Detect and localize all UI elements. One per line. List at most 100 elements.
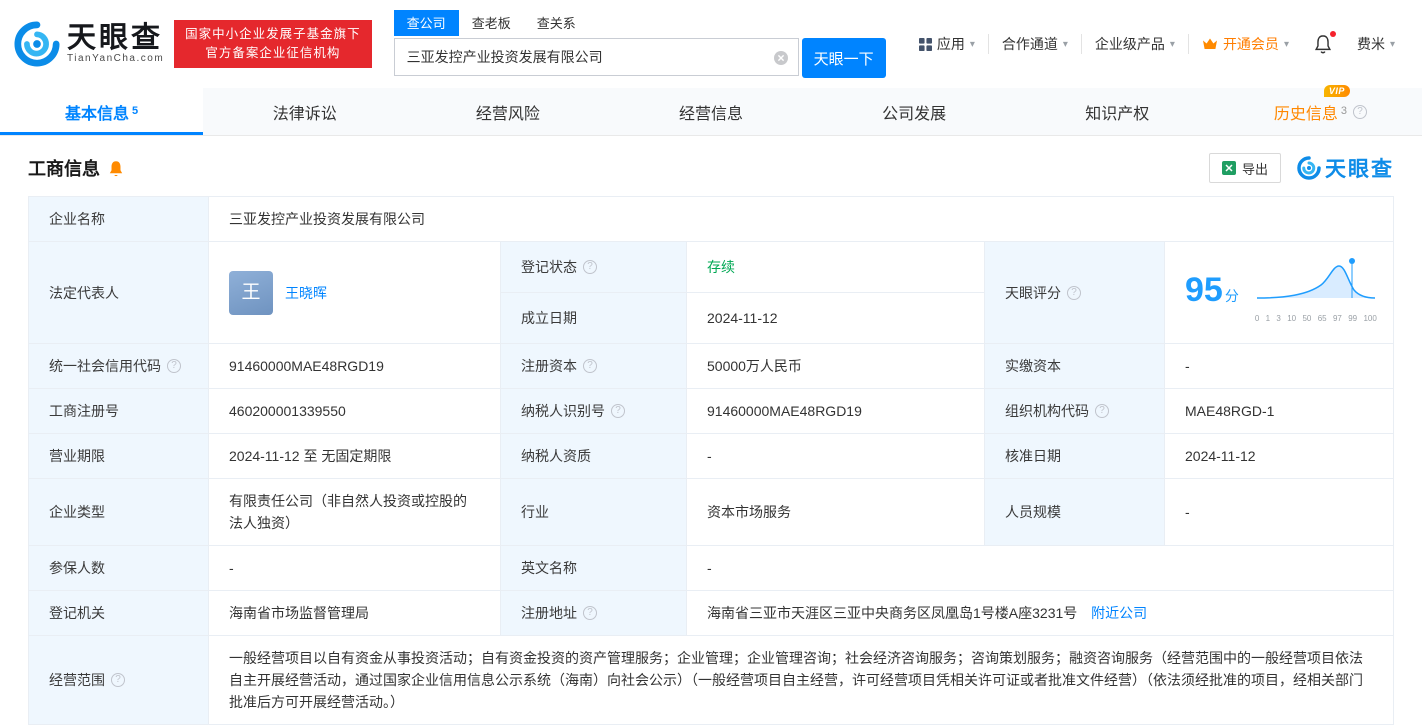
table-row: 企业类型 有限责任公司（非自然人投资或控股的法人独资） 行业 资本市场服务 人员… [29,479,1394,546]
table-row: 工商注册号 460200001339550 纳税人识别号? 91460000MA… [29,389,1394,434]
tab-ip-label: 知识产权 [1085,100,1149,124]
score-label: 天眼评分? [985,242,1165,344]
table-row: 营业期限 2024-11-12 至 无固定期限 纳税人资质 - 核准日期 202… [29,434,1394,479]
help-icon[interactable]: ? [111,673,125,687]
nav-cooperation[interactable]: 合作通道 ▾ [988,34,1081,54]
reg-authority-label: 登记机关 [29,591,209,636]
help-icon[interactable]: ? [167,359,181,373]
tab-legal-label: 法律诉讼 [273,100,337,124]
company-section-tabs: 基本信息 5 法律诉讼 经营风险 经营信息 公司发展 知识产权 历史信息 VIP… [0,88,1422,136]
reg-no-value: 460200001339550 [209,389,501,434]
search-area: 查公司 查老板 查关系 天眼一下 [394,10,886,78]
table-row: 经营范围? 一般经营项目以自有资金从事投资活动；自有资金投资的资产管理服务；企业… [29,636,1394,725]
tab-basic-info[interactable]: 基本信息 5 [0,88,203,135]
chevron-down-icon: ▾ [1390,39,1395,50]
approval-date-label: 核准日期 [985,434,1165,479]
business-scope-value: 一般经营项目以自有资金从事投资活动；自有资金投资的资产管理服务；企业管理；企业管… [209,636,1394,725]
nav-open-vip[interactable]: 开通会员 ▾ [1188,34,1302,54]
nav-apps-label: 应用 [937,34,965,54]
help-icon[interactable]: ? [583,260,597,274]
badge-line1: 国家中小企业发展子基金旗下 [185,25,361,44]
help-icon[interactable]: ? [1067,286,1081,300]
search-input[interactable] [395,49,798,65]
top-header: 天眼查 TianYanCha.com 国家中小企业发展子基金旗下 官方备案企业征… [0,0,1422,88]
help-icon[interactable]: ? [1353,105,1367,119]
search-tab-boss[interactable]: 查老板 [459,10,524,36]
english-name-value: - [687,546,1394,591]
tab-legal-proceedings[interactable]: 法律诉讼 [203,88,406,135]
search-tab-company[interactable]: 查公司 [394,10,459,36]
table-row: 统一社会信用代码? 91460000MAE48RGD19 注册资本? 50000… [29,344,1394,389]
nav-user[interactable]: 费米 ▾ [1344,34,1408,54]
nearby-companies-link[interactable]: 附近公司 [1091,605,1147,621]
insured-count-label: 参保人数 [29,546,209,591]
bell-icon [1314,34,1332,54]
org-code-label: 组织机构代码? [985,389,1165,434]
reg-capital-label: 注册资本? [501,344,687,389]
export-button[interactable]: 导出 [1209,153,1281,183]
table-row: 参保人数 - 英文名称 - [29,546,1394,591]
paid-capital-label: 实缴资本 [985,344,1165,389]
credit-code-value: 91460000MAE48RGD19 [209,344,501,389]
help-icon[interactable]: ? [583,606,597,620]
apps-grid-icon [919,38,932,51]
business-info-header: 工商信息 导出 天眼查 [0,136,1422,196]
industry-label: 行业 [501,479,687,546]
address-text: 海南省三亚市天涯区三亚中央商务区凤凰岛1号楼A座3231号 [707,605,1077,621]
tianyancha-logo-icon [14,21,60,67]
export-label: 导出 [1242,159,1268,178]
legal-rep-avatar[interactable]: 王 [229,271,273,315]
tab-intellectual-property[interactable]: 知识产权 [1016,88,1219,135]
nav-enterprise-products[interactable]: 企业级产品 ▾ [1081,34,1188,54]
certification-badge: 国家中小企业发展子基金旗下 官方备案企业征信机构 [174,20,372,68]
tab-history-label: 历史信息 [1274,100,1338,124]
watermark-logo: 天眼查 [1297,153,1394,183]
section-title: 工商信息 [28,155,100,181]
reg-address-label: 注册地址? [501,591,687,636]
staff-size-label: 人员规模 [985,479,1165,546]
notifications-bell[interactable] [1302,34,1344,54]
tab-history-count: 3 [1341,105,1347,117]
tab-history-info[interactable]: 历史信息 VIP 3 ? [1219,88,1422,135]
company-name-value: 三亚发控产业投资发展有限公司 [209,197,1394,242]
tab-operating-label: 经营信息 [679,100,743,124]
tab-operating-info[interactable]: 经营信息 [609,88,812,135]
tab-operating-risk[interactable]: 经营风险 [406,88,609,135]
notification-dot [1330,31,1336,37]
search-tab-relation[interactable]: 查关系 [524,10,589,36]
tab-company-development[interactable]: 公司发展 [813,88,1016,135]
taxpayer-quality-label: 纳税人资质 [501,434,687,479]
tab-basic-info-label: 基本信息 [65,100,129,124]
monitor-bell-icon[interactable] [108,160,124,177]
establish-date-label: 成立日期 [501,293,687,344]
business-info-table: 企业名称 三亚发控产业投资发展有限公司 法定代表人 王 王晓晖 登记状态? 存续… [28,196,1394,725]
watermark-logo-icon [1297,156,1321,180]
chevron-down-icon: ▾ [1284,39,1289,50]
business-term-label: 营业期限 [29,434,209,479]
company-name-label: 企业名称 [29,197,209,242]
reg-address-value: 海南省三亚市天涯区三亚中央商务区凤凰岛1号楼A座3231号 附近公司 [687,591,1394,636]
credit-code-label: 统一社会信用代码? [29,344,209,389]
help-icon[interactable]: ? [611,404,625,418]
logo-domain-text: TianYanCha.com [67,53,164,65]
insured-count-value: - [209,546,501,591]
vip-tag: VIP [1324,85,1350,97]
score-chart: 0131050659799100 [1255,255,1377,330]
nav-apps[interactable]: 应用 ▾ [906,34,988,54]
clear-search-icon[interactable] [773,50,789,66]
legal-rep-value: 王 王晓晖 [209,242,501,344]
taxpayer-no-label: 纳税人识别号? [501,389,687,434]
score-value: 95分 0131050659799100 [1165,242,1394,344]
help-icon[interactable]: ? [1095,404,1109,418]
nav-user-label: 费米 [1357,34,1385,54]
company-type-label: 企业类型 [29,479,209,546]
search-tabs: 查公司 查老板 查关系 [394,10,886,36]
score-axis: 0131050659799100 [1255,308,1377,330]
search-button[interactable]: 天眼一下 [802,38,886,78]
english-name-label: 英文名称 [501,546,687,591]
help-icon[interactable]: ? [583,359,597,373]
tianyancha-logo[interactable]: 天眼查 TianYanCha.com [14,21,164,67]
legal-rep-name-link[interactable]: 王晓晖 [285,282,327,304]
tab-basic-info-count: 5 [132,105,138,117]
tab-development-label: 公司发展 [882,100,946,124]
